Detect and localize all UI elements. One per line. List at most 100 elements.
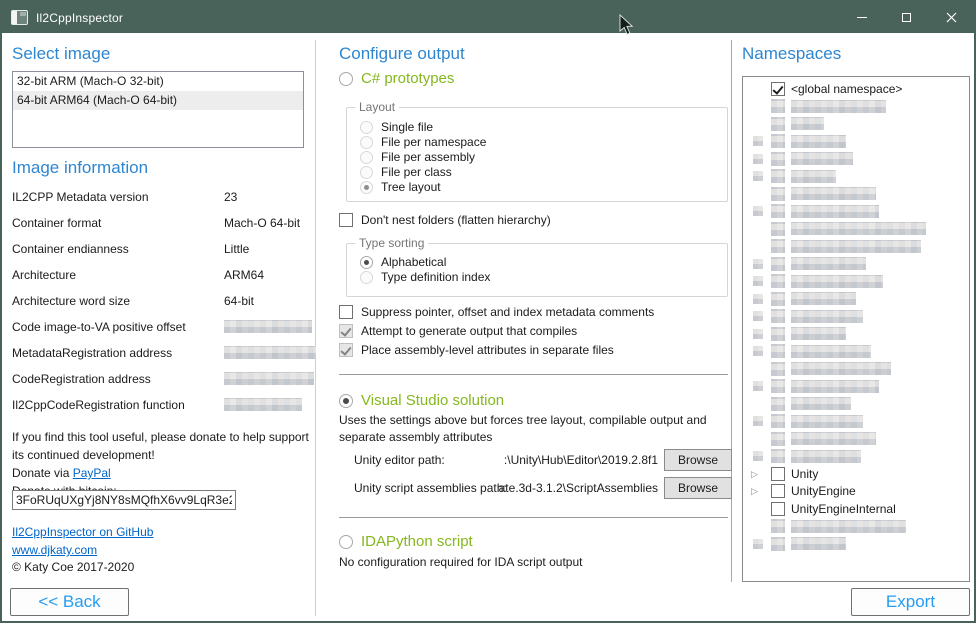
file-per-class-radio[interactable]: [360, 166, 373, 179]
close-button[interactable]: [929, 2, 974, 33]
redacted-namespace-label: [791, 415, 863, 428]
layout-option-file-per-namespace[interactable]: File per namespace: [360, 135, 486, 149]
alphabetical-radio[interactable]: [360, 256, 373, 269]
layout-option-single-file[interactable]: Single file: [360, 120, 433, 134]
idapython-description: No configuration required for IDA script…: [339, 555, 582, 569]
layout-option-file-per-assembly[interactable]: File per assembly: [360, 150, 475, 164]
layout-option-tree-layout[interactable]: Tree layout: [360, 180, 441, 194]
file-per-assembly-radio[interactable]: [360, 151, 373, 164]
image-list-item[interactable]: 32-bit ARM (Mach-O 32-bit): [13, 72, 303, 91]
redacted-value: [224, 320, 312, 333]
csharp-prototypes-radio[interactable]: [339, 72, 353, 86]
namespace-row[interactable]: ▷UnityEngineInternal: [743, 500, 969, 518]
title-bar[interactable]: Il2CppInspector: [2, 2, 974, 33]
type-definition-index-label: Type definition index: [381, 270, 490, 284]
info-row: Container format Mach-O 64-bit: [12, 210, 312, 236]
redacted-namespace-label: [791, 432, 876, 445]
visual-studio-description: Uses the settings above but forces tree …: [339, 412, 731, 446]
section-divider: [339, 517, 728, 518]
visual-studio-radio[interactable]: [339, 394, 353, 408]
tree-layout-label: Tree layout: [381, 180, 441, 194]
left-column-divider: [315, 40, 316, 616]
bitcoin-address-input[interactable]: [12, 490, 236, 510]
single-file-radio[interactable]: [360, 121, 373, 134]
redacted-namespace-label: [791, 275, 883, 288]
browse-script-button[interactable]: Browse: [664, 477, 732, 499]
redacted-checkbox: [771, 344, 785, 358]
info-label: Architecture: [12, 268, 76, 282]
namespace-label: UnityEngine: [791, 484, 856, 498]
back-button[interactable]: << Back: [10, 588, 129, 616]
github-link[interactable]: Il2CppInspector on GitHub: [12, 525, 153, 539]
expander-icon[interactable]: ▷: [751, 484, 771, 498]
redacted-checkbox: [771, 187, 785, 201]
type-definition-index-radio[interactable]: [360, 271, 373, 284]
namespace-row[interactable]: ▷Unity: [743, 465, 969, 483]
file-per-assembly-label: File per assembly: [381, 150, 475, 164]
minimize-icon: [857, 17, 867, 18]
redacted-namespace-label: [791, 345, 871, 358]
compilable-output-option[interactable]: Attempt to generate output that compiles: [339, 324, 577, 338]
redacted-namespace-label: [791, 100, 886, 113]
type-sorting-definition-index[interactable]: Type definition index: [360, 270, 490, 284]
info-label: Container format: [12, 216, 101, 230]
redacted-checkbox: [771, 117, 785, 131]
minimize-button[interactable]: [839, 2, 884, 33]
unity-script-path-value[interactable]: ate.3d-3.1.2\ScriptAssemblies: [470, 481, 658, 495]
redacted-namespace-label: [791, 205, 879, 218]
image-list-item-selected[interactable]: 64-bit ARM64 (Mach-O 64-bit): [13, 91, 303, 110]
namespace-checkbox[interactable]: [771, 82, 785, 96]
csharp-prototypes-option[interactable]: C# prototypes: [339, 70, 454, 87]
redacted-namespace-label: [791, 187, 876, 200]
flatten-hierarchy-option[interactable]: Don't nest folders (flatten hierarchy): [339, 213, 551, 227]
info-label: CodeRegistration address: [12, 372, 151, 386]
csharp-prototypes-label: C# prototypes: [361, 70, 454, 87]
namespace-row[interactable]: ▷<global namespace>: [743, 80, 969, 98]
redacted-checkbox: [771, 152, 785, 166]
namespace-checkbox[interactable]: [771, 502, 785, 516]
namespace-row[interactable]: ▷ UnityEngine: [743, 483, 969, 501]
idapython-label: IDAPython script: [361, 533, 473, 550]
idapython-radio[interactable]: [339, 535, 353, 549]
redacted-checkbox: [771, 134, 785, 148]
expander-icon[interactable]: ▷: [751, 467, 771, 481]
image-listbox[interactable]: 32-bit ARM (Mach-O 32-bit) 64-bit ARM64 …: [12, 71, 304, 148]
namespace-row-redacted: ▷: [743, 150, 969, 168]
redacted-checkbox: [771, 362, 785, 376]
paypal-link[interactable]: PayPal: [73, 466, 111, 480]
type-sorting-alphabetical[interactable]: Alphabetical: [360, 255, 446, 269]
image-information-heading: Image information: [12, 158, 148, 178]
layout-groupbox: Layout Single file File per namespace Fi…: [346, 107, 728, 202]
browse-editor-button[interactable]: Browse: [664, 449, 732, 471]
namespace-checkbox[interactable]: [771, 467, 785, 481]
visual-studio-option[interactable]: Visual Studio solution: [339, 392, 504, 409]
export-button[interactable]: Export: [851, 588, 970, 616]
suppress-comments-option[interactable]: Suppress pointer, offset and index metad…: [339, 305, 654, 319]
website-link[interactable]: www.djkaty.com: [12, 543, 97, 557]
namespace-row-redacted: ▷: [743, 185, 969, 203]
redacted-checkbox: [771, 449, 785, 463]
info-row: Architecture ARM64: [12, 262, 312, 288]
separate-attributes-checkbox[interactable]: [339, 343, 353, 357]
flatten-hierarchy-checkbox[interactable]: [339, 213, 353, 227]
namespace-tree[interactable]: ▷<global namespace>▷▷▷▷▷▷▷▷▷▷▷▷▷▷▷▷▷▷▷▷▷…: [742, 76, 970, 582]
tree-layout-radio[interactable]: [360, 181, 373, 194]
redacted-checkbox: [771, 519, 785, 533]
namespace-checkbox[interactable]: [771, 484, 785, 498]
namespace-row-redacted: ▷: [743, 378, 969, 396]
layout-option-file-per-class[interactable]: File per class: [360, 165, 452, 179]
maximize-button[interactable]: [884, 2, 929, 33]
unity-editor-path-value[interactable]: :\Unity\Hub\Editor\2019.2.8f1: [470, 453, 658, 467]
single-file-label: Single file: [381, 120, 433, 134]
namespace-label: UnityEngineInternal: [791, 502, 896, 516]
redacted-namespace-label: [791, 450, 861, 463]
redacted-value: [224, 372, 314, 385]
file-per-namespace-radio[interactable]: [360, 136, 373, 149]
type-sorting-groupbox: Type sorting Alphabetical Type definitio…: [346, 243, 728, 297]
compilable-output-checkbox[interactable]: [339, 324, 353, 338]
separate-attributes-option[interactable]: Place assembly-level attributes in separ…: [339, 343, 614, 357]
info-row: MetadataRegistration address: [12, 340, 312, 366]
idapython-option[interactable]: IDAPython script: [339, 533, 473, 550]
suppress-comments-checkbox[interactable]: [339, 305, 353, 319]
info-row: Architecture word size 64-bit: [12, 288, 312, 314]
